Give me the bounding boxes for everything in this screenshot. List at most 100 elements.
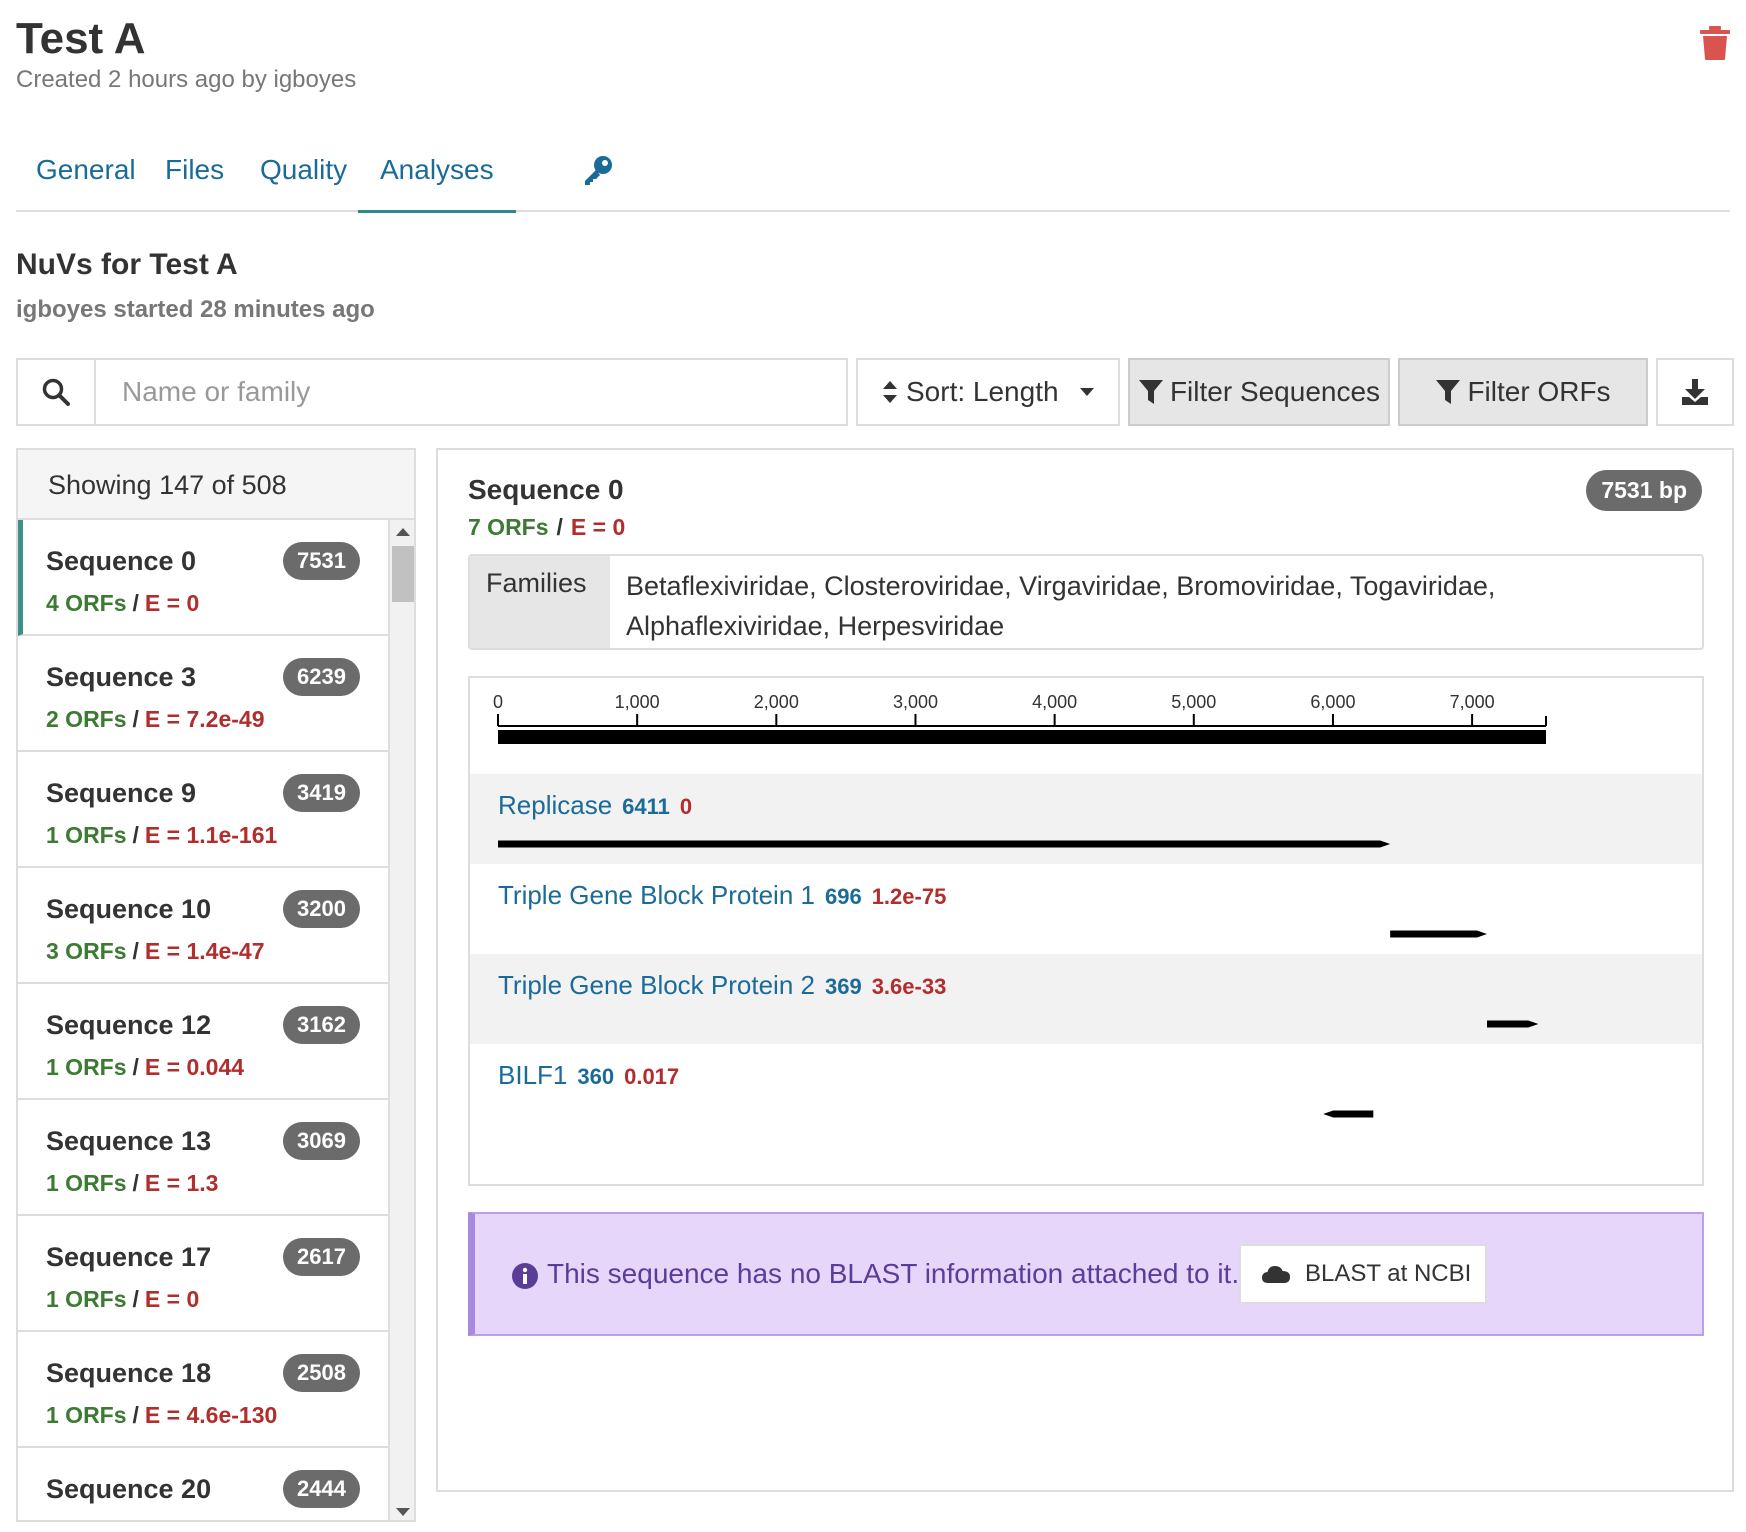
meta-separator: / bbox=[132, 1170, 139, 1196]
key-icon[interactable] bbox=[582, 154, 614, 186]
list-item[interactable]: Sequence 0 7531 4 ORFs / E = 0 bbox=[18, 520, 390, 636]
filter-sequences-button[interactable]: Filter Sequences bbox=[1128, 358, 1390, 426]
list-item[interactable]: Sequence 3 6239 2 ORFs / E = 7.2e-49 bbox=[18, 636, 390, 752]
sequence-name: Sequence 10 bbox=[46, 894, 212, 924]
trash-icon[interactable] bbox=[1700, 26, 1730, 60]
scrollbar-thumb[interactable] bbox=[392, 546, 414, 602]
orf-row: Triple Gene Block Protein 1 696 1.2e-75 bbox=[498, 880, 1487, 938]
sequence-name: Sequence 20 bbox=[46, 1474, 212, 1504]
download-button[interactable] bbox=[1656, 358, 1734, 426]
e-value: E = 4.6e-130 bbox=[144, 1402, 278, 1428]
list-item[interactable]: Sequence 10 3200 3 ORFs / E = 1.4e-47 bbox=[18, 868, 390, 984]
families-label: Families bbox=[470, 556, 610, 648]
orf-label: Replicase 6411 0 bbox=[498, 790, 692, 820]
blast-label: BLAST at NCBI bbox=[1305, 1260, 1472, 1287]
sequence-name: Sequence 12 bbox=[46, 1010, 212, 1040]
sequence-meta: 2 ORFs / E = 7.2e-49 bbox=[46, 706, 264, 733]
families-box: Families Betaflexiviridae, Closterovirid… bbox=[468, 554, 1704, 650]
list-scrollbar[interactable] bbox=[390, 520, 414, 1520]
sequence-meta: 4 ORFs / E = 0 bbox=[46, 590, 199, 617]
orf-length: 360 bbox=[577, 1064, 614, 1089]
detail-title: Sequence 0 bbox=[468, 474, 624, 505]
blast-alert: This sequence has no BLAST information a… bbox=[468, 1212, 1704, 1336]
orf-arrow bbox=[498, 840, 1391, 848]
analysis-title: NuVs for Test A bbox=[16, 248, 238, 281]
orf-count: 1 ORFs bbox=[46, 1054, 127, 1080]
orf-arrow bbox=[1390, 930, 1487, 938]
orf-row-bg bbox=[470, 774, 1702, 864]
orf-label: Triple Gene Block Protein 2 369 3.6e-33 bbox=[498, 970, 946, 1000]
e-value: E = 0 bbox=[144, 1286, 200, 1312]
axis-tick-label: 5,000 bbox=[1171, 692, 1216, 712]
axis-tick-label: 1,000 bbox=[615, 692, 660, 712]
orf-row: Replicase 6411 0 bbox=[470, 774, 1702, 864]
orf-count: 3 ORFs bbox=[46, 938, 127, 964]
sort-label: Sort: Length bbox=[906, 376, 1059, 407]
search-group bbox=[16, 358, 848, 426]
filter-orfs-button[interactable]: Filter ORFs bbox=[1398, 358, 1648, 426]
orf-count: 1 ORFs bbox=[46, 1402, 127, 1428]
orf-label: BILF1 360 0.017 bbox=[498, 1060, 679, 1090]
length-badge: 6239 bbox=[283, 658, 360, 696]
orf-name[interactable]: Replicase bbox=[498, 790, 612, 820]
orf-e-value: 0 bbox=[680, 794, 692, 819]
meta-separator: / bbox=[132, 822, 139, 848]
orf-name[interactable]: Triple Gene Block Protein 1 bbox=[498, 880, 815, 910]
families-value: Betaflexiviridae, Closteroviridae, Virga… bbox=[626, 571, 1496, 641]
list-item[interactable]: Sequence 13 3069 1 ORFs / E = 1.3 bbox=[18, 1100, 390, 1216]
orf-length: 696 bbox=[825, 884, 862, 909]
search-input[interactable] bbox=[98, 360, 846, 424]
meta-separator: / bbox=[132, 1286, 139, 1312]
scroll-up-arrow-icon[interactable] bbox=[396, 528, 410, 536]
e-value: E = 1.1e-161 bbox=[144, 822, 278, 848]
alert-message: This sequence has no BLAST information a… bbox=[547, 1258, 1240, 1289]
orf-name[interactable]: BILF1 bbox=[498, 1060, 567, 1090]
orf-length: 369 bbox=[825, 974, 862, 999]
list-item[interactable]: Sequence 12 3162 1 ORFs / E = 0.044 bbox=[18, 984, 390, 1100]
orf-length: 6411 bbox=[622, 794, 670, 819]
e-value: E = 1.3 bbox=[144, 1170, 219, 1196]
tab-analyses[interactable]: Analyses bbox=[358, 154, 516, 213]
meta-separator: / bbox=[132, 590, 139, 616]
length-badge: 3162 bbox=[283, 1006, 360, 1044]
cloud-icon bbox=[1262, 1266, 1290, 1283]
detail-orf-count: 7 ORFs bbox=[468, 514, 549, 540]
length-badge: 3419 bbox=[283, 774, 360, 812]
scroll-down-arrow-icon[interactable] bbox=[396, 1508, 410, 1516]
list-item[interactable]: Sequence 17 2617 1 ORFs / E = 0 bbox=[18, 1216, 390, 1332]
meta-separator: / bbox=[132, 706, 139, 732]
tab-general[interactable]: General bbox=[36, 154, 136, 186]
sample-subtitle: Created 2 hours ago by igboyes bbox=[16, 66, 357, 93]
detail-e-value: E = 0 bbox=[570, 514, 626, 540]
list-item[interactable]: Sequence 18 2508 1 ORFs / E = 4.6e-130 bbox=[18, 1332, 390, 1448]
orf-name[interactable]: Triple Gene Block Protein 2 bbox=[498, 970, 815, 1000]
orf-label: Triple Gene Block Protein 1 696 1.2e-75 bbox=[498, 880, 946, 910]
search-icon bbox=[18, 360, 96, 424]
orf-row: Triple Gene Block Protein 2 369 3.6e-33 bbox=[470, 954, 1702, 1044]
blast-at-ncbi-button[interactable]: BLAST at NCBI bbox=[1239, 1244, 1487, 1304]
sequence-meta: 3 ORFs / E = 1.4e-47 bbox=[46, 938, 264, 965]
sequence-list-items: Sequence 0 7531 4 ORFs / E = 0 Sequence 3 … bbox=[18, 520, 390, 1520]
sequence-name: Sequence 17 bbox=[46, 1242, 212, 1272]
axis-tick-label: 7,000 bbox=[1450, 692, 1495, 712]
orf-count: 4 ORFs bbox=[46, 590, 127, 616]
orf-count: 1 ORFs bbox=[46, 1286, 127, 1312]
e-value: E = 1.4e-47 bbox=[144, 938, 265, 964]
axis-tick-label: 6,000 bbox=[1310, 692, 1355, 712]
axis-tick-label: 2,000 bbox=[754, 692, 799, 712]
list-item[interactable]: Sequence 20 2444 bbox=[18, 1448, 390, 1520]
sequence-bar bbox=[498, 730, 1546, 744]
sort-dropdown[interactable]: Sort: Length bbox=[856, 358, 1120, 426]
list-item[interactable]: Sequence 9 3419 1 ORFs / E = 1.1e-161 bbox=[18, 752, 390, 868]
orf-arrow bbox=[1486, 1020, 1539, 1028]
sample-title: Test A bbox=[16, 14, 146, 63]
orf-e-value: 0.017 bbox=[624, 1064, 679, 1089]
filter-orfs-label: Filter ORFs bbox=[1467, 376, 1611, 407]
meta-separator: / bbox=[132, 1054, 139, 1080]
sequence-meta: 1 ORFs / E = 4.6e-130 bbox=[46, 1402, 277, 1429]
tab-quality[interactable]: Quality bbox=[260, 154, 347, 186]
tab-files[interactable]: Files bbox=[165, 154, 224, 186]
filter-icon bbox=[1138, 380, 1163, 404]
orf-count: 1 ORFs bbox=[46, 822, 127, 848]
detail-length-badge: 7531 bp bbox=[1586, 470, 1702, 511]
